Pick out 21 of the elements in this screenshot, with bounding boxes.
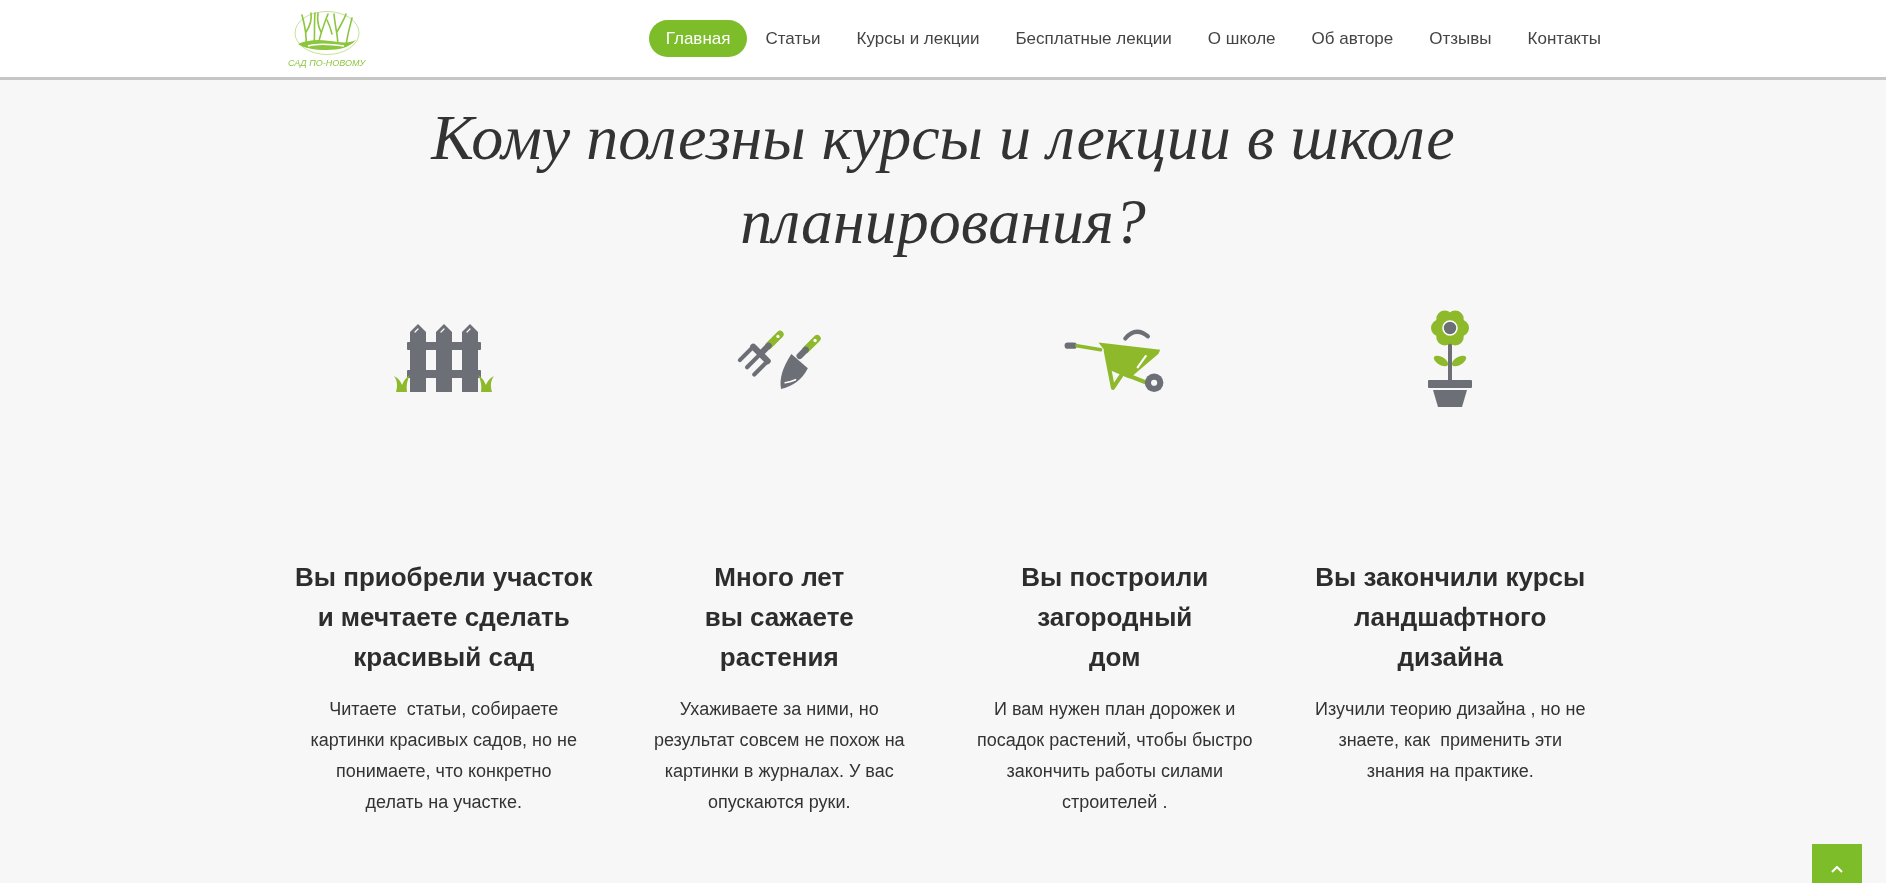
nav-link[interactable]: О школе [1189,20,1294,57]
feature-heading: Вы закончили курсы ландшафтного дизайна [1315,561,1586,674]
feature-heading: Много лет вы сажаете растения [704,561,854,674]
feature-heading: Вы построили загородный дом [1021,561,1209,674]
page-title: Кому полезны курсы и лекции в школе планирования? [429,101,1456,259]
feature-text: Читаете статьи, собираете картинки красивых садов, но не понимаете, что конкретно делать на участке. [310,698,577,814]
feature-heading: Вы приобрели участок и мечтаете сделать красивый сад [294,561,593,674]
logo-text: САД ПО-НОВОМУ [288,58,366,69]
feature-text: Ухаживаете за ними, но результат совсем не похож на картинки в журналах. У вас опускаются руки. [653,698,905,814]
nav-link[interactable]: Отзывы [1411,20,1510,57]
logo-icon[interactable] [293,10,360,56]
chevron-up-icon [1831,866,1843,873]
fence-icon [392,322,495,392]
nav-link[interactable]: Статьи [747,20,839,57]
feature-text: И вам нужен план дорожек и посадок растений, чтобы быстро закончить работы силами строителей . [977,698,1253,814]
nav-link[interactable]: Курсы и лекции [838,20,998,57]
nav-link[interactable]: Об авторе [1293,20,1412,57]
feature-text: Изучили теорию дизайна , но не знаете, как применить эти знания на практике. [1315,698,1586,783]
nav-link[interactable]: Бесплатные лекции [997,20,1190,57]
scroll-to-top-button[interactable] [1812,844,1862,883]
nav-link[interactable]: Контакты [1509,20,1619,57]
